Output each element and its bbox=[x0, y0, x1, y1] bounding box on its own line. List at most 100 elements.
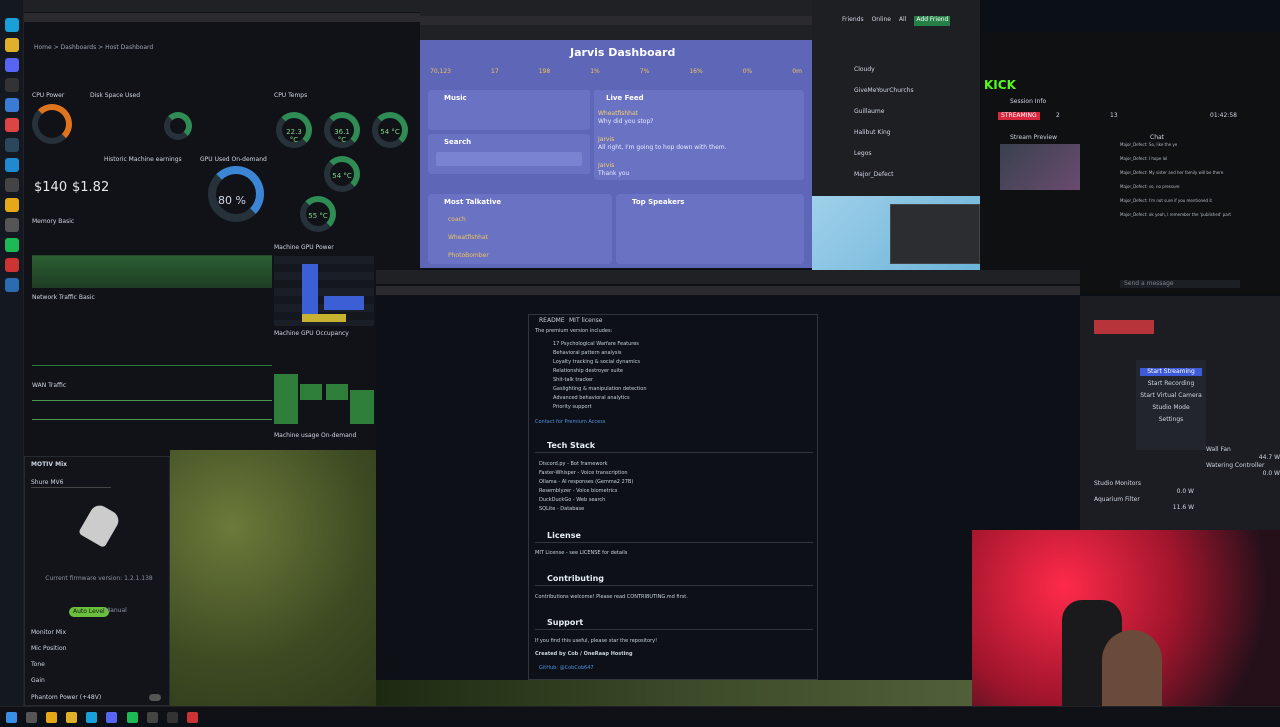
red-app-icon[interactable] bbox=[4, 258, 19, 272]
address-bar[interactable] bbox=[24, 13, 424, 22]
gpu-usage-label: Machine usage On-demand bbox=[274, 432, 357, 439]
manual-button[interactable]: Manual bbox=[105, 607, 127, 615]
github-link[interactable]: GitHub: @CobCob647 bbox=[539, 664, 594, 673]
smart-devices: Wall Fan 44.7 W Watering Controller 0.0 … bbox=[1206, 446, 1280, 478]
studio-mode-button[interactable]: Studio Mode bbox=[1140, 404, 1202, 412]
chat-message: Major_Defect: I hope lol bbox=[1120, 156, 1168, 161]
obs-icon[interactable] bbox=[146, 712, 158, 723]
grafana-window: Home > Dashboards > Host Dashboard CPU P… bbox=[24, 0, 424, 460]
blue-app-icon[interactable] bbox=[4, 278, 19, 292]
virtual-camera-button[interactable]: Start Virtual Camera bbox=[1140, 392, 1202, 400]
github-address-bar[interactable] bbox=[376, 286, 1080, 295]
discord-icon[interactable] bbox=[106, 712, 118, 723]
mail-icon[interactable] bbox=[4, 98, 19, 112]
terminal-icon[interactable] bbox=[166, 712, 178, 723]
kick-logo[interactable]: KICK bbox=[984, 78, 1016, 92]
chrome-icon[interactable] bbox=[66, 712, 78, 723]
speakers-card: Top Speakers bbox=[616, 194, 804, 264]
start-icon[interactable] bbox=[6, 712, 17, 723]
jarvis-window: Jarvis Dashboard 70,123 17 198 1% 7% 16%… bbox=[420, 0, 812, 268]
feature-item: Gaslighting & manipulation detection bbox=[553, 386, 647, 392]
settings-button[interactable]: Settings bbox=[1140, 416, 1202, 424]
discord-window: Friends Online All Add Friend Cloudy Giv… bbox=[812, 0, 980, 200]
tech-item: DuckDuckGo - Web search bbox=[539, 497, 606, 503]
feed-text: Thank you bbox=[598, 170, 630, 177]
red-app-icon[interactable] bbox=[186, 712, 198, 723]
list-item[interactable]: Halibut King bbox=[854, 129, 976, 150]
search-icon[interactable] bbox=[26, 712, 38, 723]
list-item[interactable]: GiveMeYourChurchs bbox=[854, 87, 976, 108]
jarvis-address-bar[interactable] bbox=[420, 16, 812, 25]
phantom-toggle[interactable] bbox=[149, 694, 161, 701]
search-input[interactable] bbox=[436, 152, 582, 166]
list-item[interactable]: Guillaume bbox=[854, 108, 976, 129]
device-value: 0.0 W bbox=[1176, 488, 1194, 495]
music-label: Music bbox=[444, 94, 467, 102]
spotify-icon[interactable] bbox=[126, 712, 138, 723]
github-tabs bbox=[376, 270, 1080, 284]
stream-preview bbox=[1000, 144, 1080, 190]
gpu-used-label: GPU Used On-demand bbox=[200, 156, 267, 163]
start-streaming-button[interactable]: Start Streaming bbox=[1140, 368, 1202, 376]
stat-value: 70,123 bbox=[430, 68, 451, 75]
chat-message: Major_Defect: I'm not sure if you mentio… bbox=[1120, 198, 1212, 203]
contrib-text: Contributions welcome! Please read CONTR… bbox=[535, 594, 688, 600]
list-item[interactable]: Cloudy bbox=[854, 66, 976, 87]
live-feed-card: Live Feed Wheatfishhat Why did you stop?… bbox=[594, 90, 804, 180]
tab-all[interactable]: All bbox=[899, 16, 906, 26]
stream-duration: 01:42:58 bbox=[1210, 112, 1237, 119]
device-name: Wall Fan bbox=[1206, 446, 1231, 453]
discord-icon[interactable] bbox=[4, 58, 19, 72]
list-item[interactable]: Major_Defect bbox=[854, 171, 976, 192]
terminal-icon[interactable] bbox=[4, 78, 19, 92]
temp-gauge-2: 36.1 °C bbox=[324, 112, 360, 148]
steam-icon[interactable] bbox=[4, 138, 19, 152]
files-icon[interactable] bbox=[4, 198, 19, 212]
tab-online[interactable]: Online bbox=[872, 16, 891, 26]
tech-stack-heading: Tech Stack bbox=[535, 441, 813, 453]
code-icon[interactable] bbox=[4, 158, 19, 172]
obs-icon[interactable] bbox=[4, 178, 19, 192]
edge-icon[interactable] bbox=[86, 712, 98, 723]
list-item[interactable]: Legos bbox=[854, 150, 976, 171]
support-heading: Support bbox=[535, 618, 813, 630]
feature-item: Priority support bbox=[553, 404, 592, 410]
files-icon[interactable] bbox=[46, 712, 58, 723]
earning-1: $140 bbox=[34, 180, 68, 195]
device-list: Studio Monitors 0.0 W Aquarium Filter 11… bbox=[1094, 480, 1194, 512]
chrome-icon[interactable] bbox=[4, 38, 19, 52]
temp-gauge-4: 54 °C bbox=[324, 156, 360, 192]
edge-icon[interactable] bbox=[4, 18, 19, 32]
tab-add-friend[interactable]: Add Friend bbox=[914, 16, 951, 26]
device-value: 11.6 W bbox=[1172, 504, 1194, 511]
tone-label: Tone bbox=[31, 661, 45, 668]
occupancy-cell bbox=[350, 390, 374, 424]
tab-license[interactable]: MIT license bbox=[569, 317, 602, 325]
gpu-power-highlight-2 bbox=[324, 296, 364, 310]
spotify-icon[interactable] bbox=[4, 238, 19, 252]
webcam-feed bbox=[972, 530, 1280, 720]
talker-name: Wheatfishhat bbox=[448, 234, 488, 241]
streaming-badge: STREAMING bbox=[998, 112, 1040, 120]
mic-device[interactable]: Shure MV6 bbox=[31, 479, 111, 488]
chat-message: Major_Defect: So, like the ye bbox=[1120, 142, 1178, 147]
music-icon[interactable] bbox=[4, 118, 19, 132]
tab-readme[interactable]: README bbox=[539, 317, 565, 325]
chat-input[interactable]: Send a message bbox=[1120, 280, 1240, 288]
feature-item: Advanced behavioral analytics bbox=[553, 395, 630, 401]
settings-icon[interactable] bbox=[4, 218, 19, 232]
tech-item: Resemblyzer - Voice biometrics bbox=[539, 488, 618, 494]
gpu-power-highlight-3 bbox=[302, 314, 346, 322]
chat-label: Chat bbox=[1150, 134, 1165, 141]
stat-value: 1% bbox=[590, 68, 600, 75]
jarvis-tabs bbox=[420, 0, 812, 14]
start-recording-button[interactable]: Start Recording bbox=[1140, 380, 1202, 388]
tab-friends[interactable]: Friends bbox=[842, 16, 864, 26]
auto-level-button[interactable]: Auto Level bbox=[69, 607, 109, 617]
contact-link[interactable]: Contact for Premium Access bbox=[535, 418, 605, 427]
tech-item: Discord.py - Bot framework bbox=[539, 461, 608, 467]
breadcrumb[interactable]: Home > Dashboards > Host Dashboard bbox=[34, 44, 153, 52]
taskbar-icons bbox=[4, 708, 200, 723]
speakers-label: Top Speakers bbox=[632, 198, 685, 206]
feed-text: All right, I'm going to hop down with th… bbox=[598, 144, 727, 151]
